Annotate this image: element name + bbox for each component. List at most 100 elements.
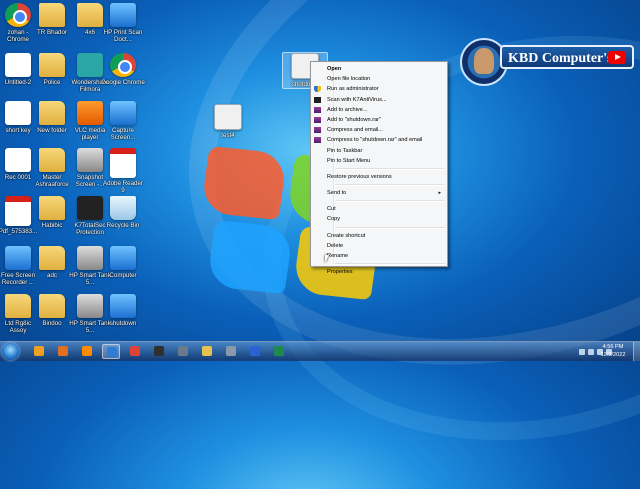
menu-item-open-file-location[interactable]: Open file location	[313, 74, 445, 84]
desktop-icon-label: Computer	[109, 272, 137, 279]
printer-icon	[77, 294, 103, 318]
menu-item-label: Pin to Taskbar	[327, 147, 363, 154]
blue-icon	[110, 3, 136, 27]
taskbar-button-recorder[interactable]	[102, 344, 120, 359]
menu-item-create-shortcut[interactable]: Create shortcut	[313, 231, 445, 241]
show-desktop-button[interactable]	[633, 342, 640, 361]
desktop-icon-label: Recycle Bin	[106, 222, 140, 229]
menu-separator	[333, 263, 445, 266]
taskbar: 4:56 PM 12/2/2022	[0, 341, 640, 361]
desktop-icon-label: shutdown	[109, 320, 137, 327]
clock-time: 4:56 PM	[602, 344, 624, 350]
shield-icon	[314, 86, 321, 93]
context-menu: Open Open file location Run as administrat…	[310, 61, 448, 275]
menu-item-pin-to-taskbar[interactable]: Pin to Taskbar	[313, 146, 445, 156]
menu-separator	[333, 226, 445, 229]
taskbar-button-vlc[interactable]	[78, 344, 96, 359]
menu-item-compress-to-shutdown-rar-and-email[interactable]: Compress to "shutdown.rar" and email	[313, 135, 445, 145]
k7-icon	[154, 346, 164, 356]
menu-item-properties[interactable]: Properties	[313, 267, 445, 277]
desktop-icon[interactable]: HP Print Scan Doct...	[101, 3, 145, 43]
menu-item-label: Run as administrator	[327, 86, 379, 93]
bluetooth-icon	[250, 346, 260, 356]
blue-icon	[110, 294, 136, 318]
taskbar-button-folder[interactable]	[198, 344, 216, 359]
menu-separator	[333, 200, 445, 203]
doc-icon	[5, 53, 31, 77]
menu-item-label: Restore previous versions	[327, 173, 392, 180]
orange-icon	[77, 101, 103, 125]
menu-item-label: Compress and email...	[327, 127, 383, 134]
dark-icon	[77, 196, 103, 220]
menu-item-copy[interactable]: Copy	[313, 214, 445, 224]
folder-icon	[39, 3, 65, 27]
menu-item-label: Cut	[327, 206, 336, 213]
taskbar-button-k7[interactable]	[150, 344, 168, 359]
desktop-icon[interactable]: Computer	[101, 246, 145, 279]
menu-item-add-to-archive[interactable]: Add to archive...	[313, 105, 445, 115]
desktop-icon-label: Google Chrome	[101, 79, 145, 86]
start-button[interactable]	[2, 343, 19, 360]
folder-icon	[39, 53, 65, 77]
desktop-icon-label: Pdf_575383...	[0, 228, 38, 235]
menu-item-restore-previous-versions[interactable]: Restore previous versions	[313, 172, 445, 182]
rar-icon	[314, 137, 321, 144]
trash-icon	[110, 196, 136, 220]
desktop-icon[interactable]: Google Chrome	[101, 53, 145, 86]
menu-item-add-to-shutdown-rar[interactable]: Add to "shutdown.rar"	[313, 115, 445, 125]
menu-separator	[333, 167, 445, 170]
taskbar-button-explorer[interactable]	[174, 344, 192, 359]
taskbar-button-chrome[interactable]	[126, 344, 144, 359]
menu-item-send-to[interactable]: Send to ▸	[313, 188, 445, 198]
file-manager-icon	[226, 346, 236, 356]
pdf-icon	[5, 196, 31, 226]
tray-network-icon[interactable]	[579, 348, 585, 355]
desktop-icon-test4[interactable]: test4	[206, 104, 250, 139]
menu-item-rename[interactable]: Rename	[313, 251, 445, 261]
menu-item-label: Open file location	[327, 76, 371, 83]
taskbar-button-media-player[interactable]	[30, 344, 48, 359]
taskbar-button-bluetooth[interactable]	[246, 344, 264, 359]
menu-item-delete[interactable]: Delete	[313, 241, 445, 251]
folder-icon	[39, 148, 65, 172]
youtube-icon	[608, 51, 626, 64]
rar-icon	[314, 127, 321, 134]
menu-item-open[interactable]: Open	[313, 64, 445, 74]
media-player-2-icon	[58, 346, 68, 356]
printer-icon	[77, 148, 103, 172]
menu-item-compress-and-email[interactable]: Compress and email...	[313, 125, 445, 135]
taskbar-button-excel[interactable]	[270, 344, 288, 359]
blue-icon	[110, 246, 136, 270]
chrome-icon	[130, 346, 140, 356]
taskbar-clock[interactable]: 4:56 PM 12/2/2022	[594, 343, 632, 359]
desktop-icon[interactable]: Capture Screen...	[101, 101, 145, 141]
chrome-icon	[110, 53, 136, 77]
menu-item-label: Add to "shutdown.rar"	[327, 116, 382, 123]
folder-icon	[5, 294, 31, 318]
recorder-icon	[107, 347, 117, 357]
folder-icon	[39, 294, 65, 318]
menu-item-label: Copy	[327, 216, 341, 223]
doc-icon	[5, 101, 31, 125]
chevron-right-icon: ▸	[438, 190, 441, 197]
menu-item-run-as-administrator[interactable]: Run as administrator	[313, 84, 445, 94]
blue-icon	[110, 101, 136, 125]
menu-item-cut[interactable]: Cut	[313, 204, 445, 214]
desktop-icon[interactable]: Adobe Reader 9	[101, 148, 145, 194]
teal-icon	[77, 53, 103, 77]
taskbar-button-file-manager[interactable]	[222, 344, 240, 359]
taskbar-button-media-player-2[interactable]	[54, 344, 72, 359]
excel-icon	[274, 346, 284, 356]
vlc-icon	[82, 346, 92, 356]
shortcut-icon	[214, 104, 242, 130]
folder-icon	[39, 101, 65, 125]
clock-date: 12/2/2022	[600, 352, 626, 358]
k7-icon	[314, 96, 321, 103]
menu-item-scan-with-k7antivirus[interactable]: Scan with K7AntiVirus...	[313, 95, 445, 105]
folder-icon	[39, 246, 65, 270]
desktop-icon[interactable]: shutdown	[101, 294, 145, 327]
desktop-icon-label: Adobe Reader 9	[103, 180, 143, 194]
desktop-icon[interactable]: Recycle Bin	[101, 196, 145, 229]
menu-item-pin-to-start-menu[interactable]: Pin to Start Menu	[313, 156, 445, 166]
media-player-icon	[34, 346, 44, 356]
